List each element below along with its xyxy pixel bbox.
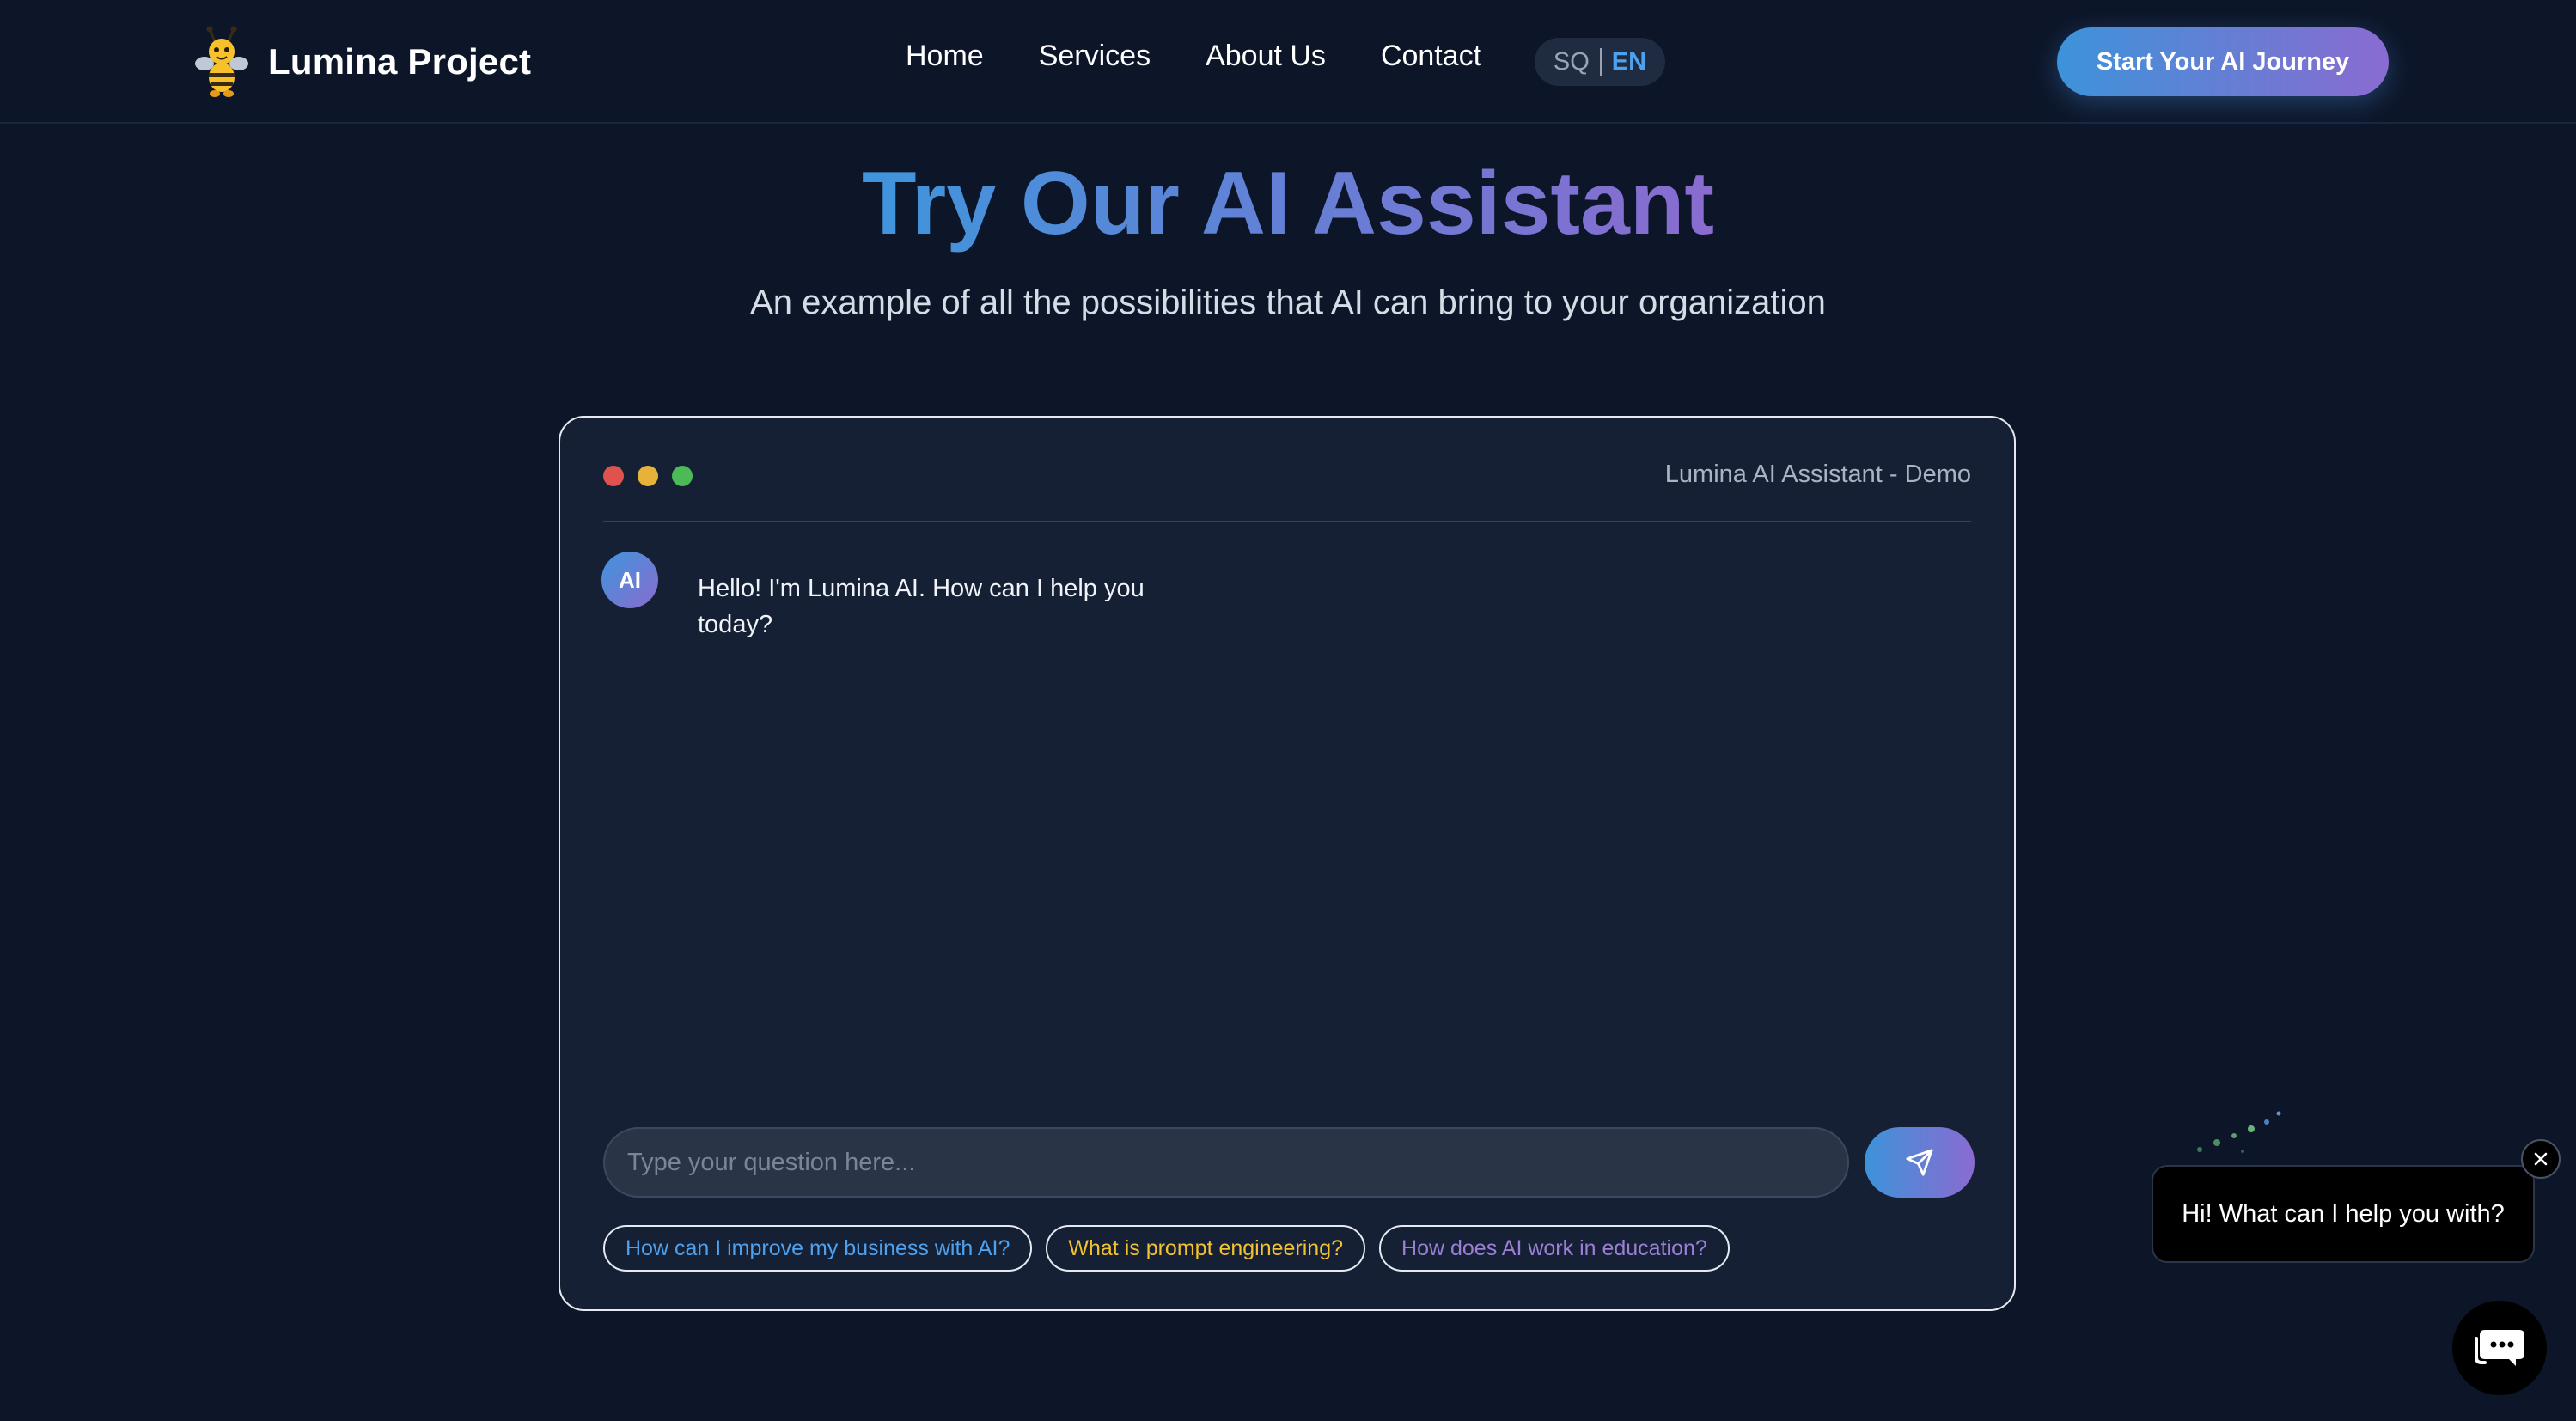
chat-demo-window: Lumina AI Assistant - Demo AI Hello! I'm… <box>559 416 2016 1311</box>
helper-bubble-text: Hi! What can I help you with? <box>2182 1199 2505 1228</box>
brand-name: Lumina Project <box>268 41 532 82</box>
sparkle-decoration <box>2197 1111 2281 1153</box>
page-title-text: Try Our AI Assistant <box>861 154 1715 253</box>
lang-divider <box>1599 48 1602 76</box>
window-controls <box>603 466 706 486</box>
suggestion-chips: How can I improve my business with AI? W… <box>603 1225 1743 1272</box>
window-maximize-dot <box>672 466 693 486</box>
nav-contact[interactable]: Contact <box>1381 40 1481 73</box>
page-subtitle: An example of all the possibilities that… <box>750 284 1826 321</box>
chat-icon <box>2475 1330 2524 1366</box>
ai-message: Hello! I'm Lumina AI. How can I help you… <box>698 575 1145 638</box>
suggestion-chip-prompt[interactable]: What is prompt engineering? <box>1046 1225 1366 1272</box>
site-header: Lumina Project Home Services About Us Co… <box>0 0 2576 124</box>
helper-bubble[interactable]: Hi! What can I help you with? <box>2152 1165 2535 1263</box>
suggestion-chip-education[interactable]: How does AI work in education? <box>1379 1225 1730 1272</box>
suggestion-chip-business[interactable]: How can I improve my business with AI? <box>603 1225 1033 1272</box>
lang-en-option[interactable]: EN <box>1612 48 1646 76</box>
language-switcher: SQ EN <box>1535 38 1665 86</box>
window-close-dot <box>603 466 624 486</box>
bubble-close-button[interactable] <box>2521 1139 2561 1179</box>
nav-home[interactable]: Home <box>906 40 984 73</box>
bee-icon <box>195 26 248 97</box>
ai-avatar: AI <box>601 552 658 608</box>
nav-services[interactable]: Services <box>1039 40 1151 73</box>
paper-plane-icon <box>1906 1149 1933 1176</box>
chat-launcher-button[interactable] <box>2452 1301 2547 1395</box>
chat-input[interactable] <box>603 1127 1849 1198</box>
page-title: Try Our AI Assistant <box>0 148 2576 259</box>
chat-divider <box>603 521 1971 522</box>
brand-logo[interactable]: Lumina Project <box>192 26 531 98</box>
nav-about-us[interactable]: About Us <box>1206 40 1326 73</box>
send-button[interactable] <box>1865 1127 1975 1198</box>
window-minimize-dot <box>638 466 658 486</box>
chat-window-title: Lumina AI Assistant - Demo <box>1664 460 1971 488</box>
lang-sq-option[interactable]: SQ <box>1554 48 1590 76</box>
main-nav: Home Services About Us Contact <box>906 40 1536 73</box>
start-journey-button[interactable]: Start Your AI Journey <box>2057 27 2389 96</box>
close-icon <box>2534 1152 2548 1166</box>
